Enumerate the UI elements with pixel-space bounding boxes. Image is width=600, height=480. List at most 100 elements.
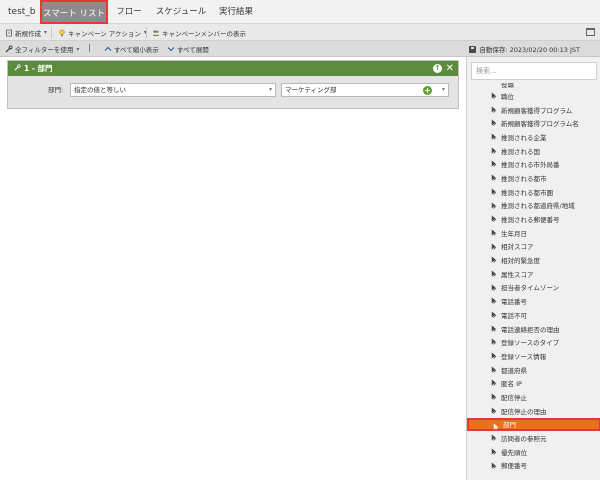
list-item[interactable]: 推測される企業 <box>467 130 600 144</box>
list-item[interactable]: 都道府県 <box>467 363 600 377</box>
close-icon[interactable]: ✕ <box>446 62 454 75</box>
list-item[interactable]: 相対スコア <box>467 240 600 254</box>
search-input[interactable]: 検索... <box>471 62 597 80</box>
list-item[interactable]: 推測される郵便番号 <box>467 212 600 226</box>
list-item[interactable]: 推測される都道府県/地域 <box>467 199 600 213</box>
smart-list-canvas: 1 - 部門 ↑ ✕ 部門: 指定の値と等しい ▾ マーケティング部 + ▾ <box>0 57 466 480</box>
list-item-label: 配信停止 <box>501 393 527 402</box>
filter-item-icon <box>491 434 497 441</box>
list-item-selected[interactable]: 部門 <box>467 417 600 432</box>
list-item-label: 推測される市外局番 <box>501 161 560 170</box>
list-item-label: 推測される都道府県/地域 <box>501 202 575 211</box>
autosave-text: 自動保存: 2023/02/20 00:13 JST <box>479 46 580 54</box>
list-item[interactable]: 郵便番号 <box>467 459 600 473</box>
list-item-label: 相対的緊急度 <box>501 257 540 266</box>
expand-all-button[interactable]: すべて展開 <box>167 41 209 57</box>
filter-item-icon <box>491 174 497 181</box>
list-item[interactable]: 推測される国 <box>467 144 600 158</box>
filter-item-icon <box>491 147 497 154</box>
list-item-label: 郵便番号 <box>501 462 527 471</box>
filter-item-icon <box>491 448 497 455</box>
list-item-label: 電話不可 <box>501 311 527 320</box>
add-value-icon[interactable]: + <box>423 86 432 95</box>
list-item[interactable]: 新規顧客獲得プログラム <box>467 103 600 117</box>
chevron-down-icon: ▾ <box>268 86 272 93</box>
list-item-label: 生年月日 <box>501 229 527 238</box>
list-item[interactable]: 配信停止の理由 <box>467 404 600 418</box>
filter-title: 1 - 部門 <box>24 64 53 73</box>
campaign-action-button[interactable]: キャンペーン アクション ▾ <box>58 24 147 41</box>
list-item-label: 推測される都市 <box>501 174 547 183</box>
chevron-down-icon: ▾ <box>44 29 48 36</box>
filter-card: 1 - 部門 ↑ ✕ 部門: 指定の値と等しい ▾ マーケティング部 + ▾ <box>7 60 459 109</box>
collapse-all-button[interactable]: すべて縮小表示 <box>104 41 159 57</box>
tab-smart-list[interactable]: スマート リスト <box>40 0 108 24</box>
filter-item-icon <box>491 393 497 400</box>
collapse-icon <box>104 45 112 53</box>
filter-item-icon <box>491 462 497 469</box>
list-item-label: 推測される国 <box>501 147 540 156</box>
list-item[interactable]: 電話連絡拒否の理由 <box>467 322 600 336</box>
list-item[interactable]: 推測される都市圏 <box>467 185 600 199</box>
filter-header[interactable]: 1 - 部門 ↑ ✕ <box>8 61 458 76</box>
list-item[interactable]: 匿名 IP <box>467 376 600 390</box>
expand-icon <box>167 45 175 53</box>
move-up-icon[interactable]: ↑ <box>433 64 442 73</box>
list-item[interactable]: 相対的緊急度 <box>467 253 600 267</box>
expand-all-label: すべて展開 <box>177 46 209 54</box>
filter-item-icon <box>491 243 497 250</box>
action-toolbar: 新規作成 ▾ キャンペーン アクション ▾ キャンペーンメンバーの表示 <box>0 24 600 41</box>
list-item[interactable]: 推測される都市 <box>467 171 600 185</box>
filter-item-icon <box>491 352 497 359</box>
filter-item-icon <box>491 297 497 305</box>
tab-schedule[interactable]: スケジュール <box>152 0 210 24</box>
show-campaign-members-button[interactable]: キャンペーンメンバーの表示 <box>152 24 246 41</box>
collapse-all-label: すべて縮小表示 <box>114 46 159 54</box>
list-item[interactable]: 電話番号 <box>467 294 600 308</box>
filter-item-icon <box>491 215 497 222</box>
list-item-label: 部門 <box>503 421 516 430</box>
value-select[interactable]: マーケティング部 + ▾ <box>281 83 449 97</box>
new-button[interactable]: 新規作成 ▾ <box>5 24 47 41</box>
save-icon <box>469 45 477 53</box>
tab-results[interactable]: 実行結果 <box>214 0 258 24</box>
tab-flow[interactable]: フロー <box>110 0 148 24</box>
filter-item-icon <box>491 188 497 195</box>
filter-list-panel: 検索... 役職 職位 新規顧客獲得プログラム 新規顧客獲得プログラム名 推測される企… <box>466 57 600 480</box>
use-filter-label: 全フィルターを使用 <box>15 46 74 54</box>
list-item-label: 推測される都市圏 <box>501 188 553 197</box>
list-item[interactable]: 推測される市外局番 <box>467 157 600 171</box>
filter-value: マーケティング部 <box>285 86 337 94</box>
list-item-label: 配信停止の理由 <box>501 407 547 416</box>
operator-value: 指定の値と等しい <box>74 86 126 94</box>
filter-item-icon <box>491 229 497 236</box>
campaign-action-label: キャンペーン アクション <box>68 29 141 38</box>
list-item-label: 訪問者の参照元 <box>501 435 547 444</box>
wrench-icon <box>5 45 13 53</box>
list-item[interactable]: 優先順位 <box>467 445 600 459</box>
filter-item-icon <box>491 92 497 99</box>
divider <box>146 27 147 38</box>
chevron-down-icon: ▾ <box>441 86 445 93</box>
list-item[interactable]: 登録ソース情報 <box>467 349 600 363</box>
filter-toolbar: 全フィルターを使用 ▾ | すべて縮小表示 すべて展開 自動保存: 2023/0… <box>0 41 600 57</box>
list-item[interactable]: 電話不可 <box>467 308 600 322</box>
list-item[interactable]: 配信停止 <box>467 390 600 404</box>
list-item[interactable]: 職位 <box>467 89 600 103</box>
wrench-icon <box>14 64 21 73</box>
list-item[interactable]: 訪問者の参照元 <box>467 431 600 445</box>
list-item[interactable]: 属性スコア <box>467 267 600 281</box>
list-item-label: 推測される郵便番号 <box>501 216 560 225</box>
new-file-icon <box>5 29 13 37</box>
list-item[interactable]: 新規顧客獲得プログラム名 <box>467 116 600 130</box>
list-item-label: 登録ソースのタイプ <box>501 339 560 348</box>
list-item-label: 担当者タイムゾーン <box>501 284 560 293</box>
new-button-label: 新規作成 <box>15 29 41 38</box>
list-item[interactable]: 担当者タイムゾーン <box>467 281 600 295</box>
operator-select[interactable]: 指定の値と等しい ▾ <box>70 83 276 97</box>
use-all-filters-button[interactable]: 全フィルターを使用 ▾ <box>5 41 79 57</box>
list-item[interactable]: 登録ソースのタイプ <box>467 335 600 349</box>
list-item-label: 登録ソース情報 <box>501 352 547 361</box>
list-item[interactable]: 生年月日 <box>467 226 600 240</box>
window-icon[interactable] <box>586 28 595 36</box>
